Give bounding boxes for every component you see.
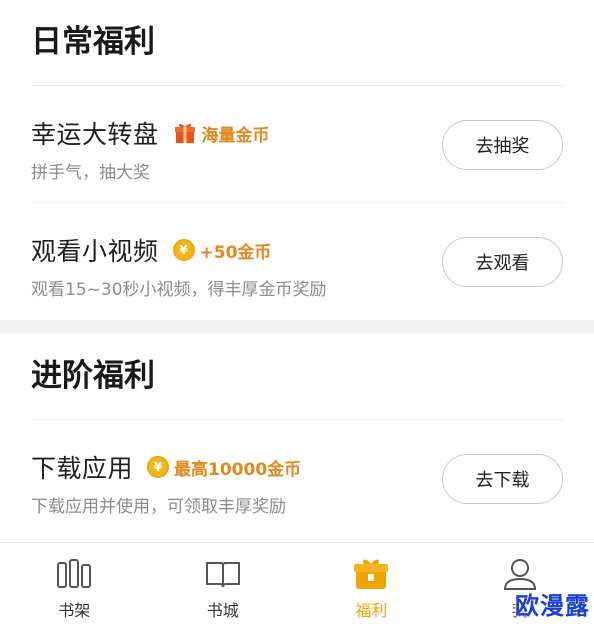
task-badge-text: 最高10000金币 <box>174 459 302 480</box>
section-divider <box>0 320 594 334</box>
task-title-line: 观看小视频 ¥ +50金币 <box>31 233 271 267</box>
section-title-daily: 日常福利 <box>31 0 563 86</box>
coin-icon: ¥ <box>147 456 170 478</box>
daily-welfare-section: 日常福利 幸运大转盘 海量金币 拼手气，抽大奖 去抽奖 观看小视频 ¥ +50金… <box>0 0 594 320</box>
task-badge: 海量金币 <box>173 121 270 146</box>
advanced-welfare-section: 进阶福利 下载应用 ¥ 最高10000金币 下载应用并使用，可领取丰厚奖励 去下… <box>0 334 594 537</box>
tab-label: 书架 <box>58 601 91 620</box>
watch-video-button[interactable]: 去观看 <box>442 237 563 287</box>
task-title: 下载应用 <box>31 454 134 483</box>
task-desc: 观看15~30秒小视频，得丰厚金币奖励 <box>31 280 327 300</box>
bookshelf-icon <box>54 557 94 591</box>
section-title-advanced: 进阶福利 <box>31 334 563 420</box>
download-app-button[interactable]: 去下载 <box>442 454 563 504</box>
draw-lottery-button[interactable]: 去抽奖 <box>442 120 563 170</box>
task-row-lucky-wheel: 幸运大转盘 海量金币 拼手气，抽大奖 去抽奖 <box>31 86 563 203</box>
task-desc: 下载应用并使用，可领取丰厚奖励 <box>31 497 286 517</box>
gift-icon <box>174 123 195 143</box>
task-badge: ¥ 最高10000金币 <box>147 455 301 480</box>
tab-bookstore[interactable]: 书城 <box>149 543 298 627</box>
tab-bookshelf[interactable]: 书架 <box>0 543 149 627</box>
task-title: 观看小视频 <box>31 237 159 266</box>
tab-label: 书城 <box>206 601 239 620</box>
bottom-tab-bar: 书架 书城 福利 我 <box>0 542 594 627</box>
coin-icon: ¥ <box>172 239 195 261</box>
book-icon <box>203 557 243 591</box>
task-title-line: 下载应用 ¥ 最高10000金币 <box>31 450 301 484</box>
watermark-text: 欧漫露 <box>515 592 590 620</box>
tab-label: 福利 <box>355 601 388 620</box>
task-badge-text: +50金币 <box>199 242 272 263</box>
tab-welfare[interactable]: 福利 <box>297 543 446 627</box>
task-badge: ¥ +50金币 <box>172 238 272 263</box>
task-title-line: 幸运大转盘 海量金币 <box>31 116 270 150</box>
gift-box-icon <box>351 557 391 591</box>
task-desc: 拼手气，抽大奖 <box>31 163 150 183</box>
task-badge-text: 海量金币 <box>201 125 270 146</box>
task-title: 幸运大转盘 <box>31 120 159 149</box>
task-row-watch-video: 观看小视频 ¥ +50金币 观看15~30秒小视频，得丰厚金币奖励 去观看 <box>31 203 563 320</box>
task-row-download-app: 下载应用 ¥ 最高10000金币 下载应用并使用，可领取丰厚奖励 去下载 <box>31 420 563 537</box>
